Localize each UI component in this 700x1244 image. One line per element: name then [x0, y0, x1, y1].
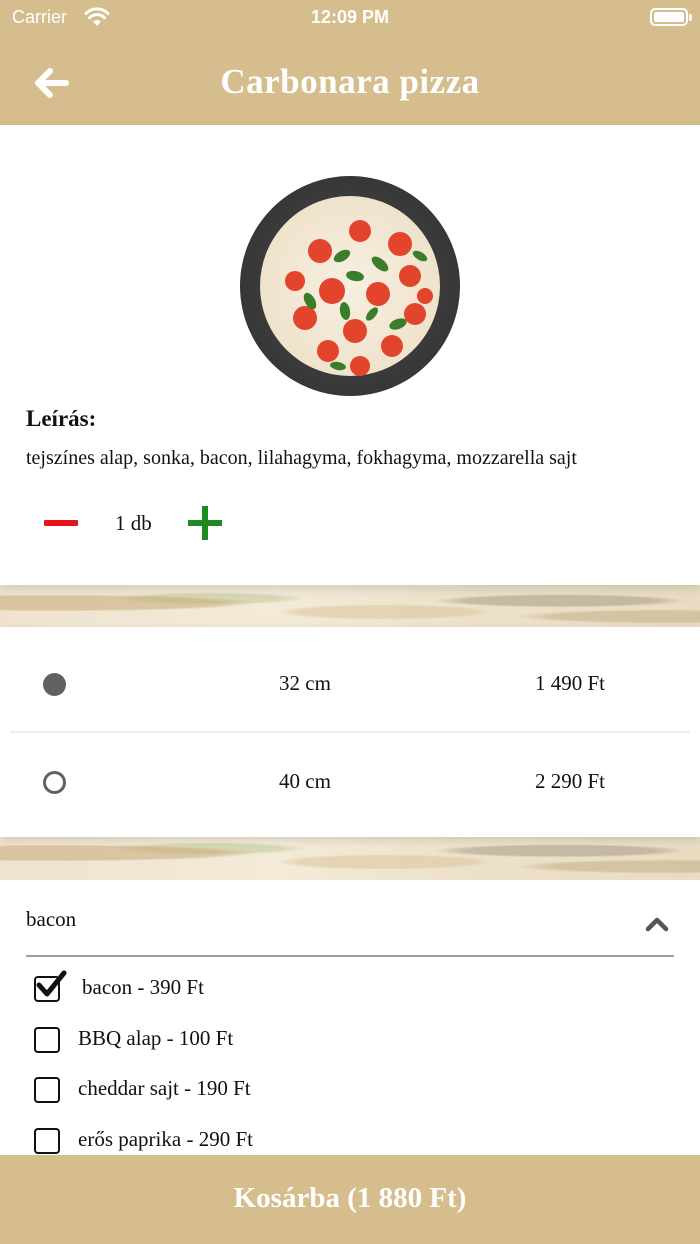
- size-price: 2 290 Ft: [534, 769, 605, 793]
- size-selector: 32 cm 1 490 Ft 40 cm 2 290 Ft: [0, 627, 700, 837]
- description-label: Leírás:: [26, 406, 97, 431]
- quantity-value: 1 db: [115, 511, 152, 535]
- radio-unselected-icon[interactable]: [43, 771, 66, 794]
- extra-option-label: bacon - 390 Ft: [82, 975, 204, 999]
- pizza-image: [240, 176, 460, 396]
- extra-option[interactable]: BBQ alap - 100 Ft: [30, 1019, 630, 1063]
- size-label: 40 cm: [279, 769, 331, 793]
- checkbox[interactable]: [34, 1077, 60, 1103]
- extra-option-label: BBQ alap - 100 Ft: [78, 1026, 234, 1050]
- extras-header[interactable]: bacon: [26, 907, 76, 932]
- description-text: tejszínes alap, sonka, bacon, lilahagyma…: [26, 447, 577, 469]
- extra-option-label: erős paprika - 290 Ft: [78, 1127, 253, 1151]
- divider: [26, 955, 674, 957]
- size-price: 1 490 Ft: [534, 671, 605, 695]
- clock: 12:09 PM: [310, 7, 390, 27]
- extras-section: bacon bacon - 390 Ft BBQ alap - 100 Ft c…: [0, 880, 700, 1155]
- background-image-strip: [0, 835, 700, 880]
- extra-option[interactable]: bacon - 390 Ft: [30, 968, 630, 1012]
- add-to-cart-label: Kosárba (1 880 Ft): [233, 1182, 467, 1214]
- size-label: 32 cm: [279, 671, 331, 695]
- size-option-40cm[interactable]: 40 cm 2 290 Ft: [0, 733, 700, 833]
- size-option-32cm[interactable]: 32 cm 1 490 Ft: [0, 635, 700, 735]
- extra-option-label: cheddar sajt - 190 Ft: [78, 1076, 251, 1100]
- checkmark-icon: [36, 970, 67, 997]
- chevron-up-icon[interactable]: [643, 910, 671, 938]
- add-to-cart-button[interactable]: Kosárba (1 880 Ft): [0, 1155, 700, 1244]
- checkbox[interactable]: [34, 1027, 60, 1053]
- battery-icon: [650, 8, 692, 26]
- radio-selected-icon[interactable]: [43, 673, 66, 696]
- background-image-strip: [0, 585, 700, 630]
- extra-option[interactable]: cheddar sajt - 190 Ft: [30, 1069, 630, 1113]
- product-card: Leírás: tejszínes alap, sonka, bacon, li…: [0, 125, 700, 585]
- minus-icon: [44, 520, 78, 526]
- page-title: Carbonara pizza: [220, 62, 480, 101]
- navigation-bar: Carrier 12:09 PM Carbonara pizza: [0, 0, 700, 125]
- quantity-increase-button[interactable]: [188, 504, 228, 544]
- checkbox[interactable]: [34, 1128, 60, 1154]
- status-bar: Carrier 12:09 PM: [0, 0, 700, 36]
